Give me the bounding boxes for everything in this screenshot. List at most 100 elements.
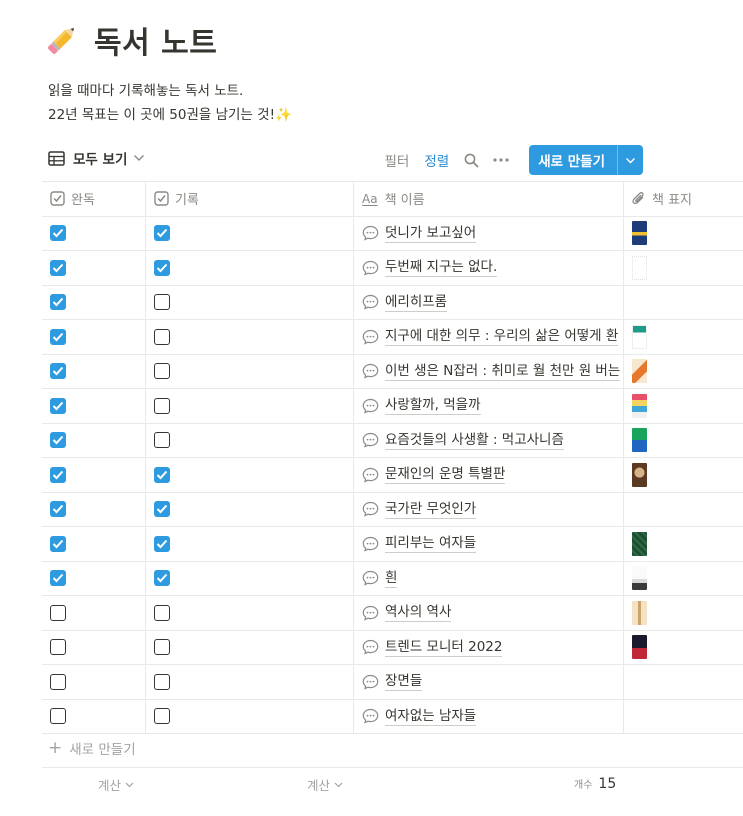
book-name-cell[interactable]: 역사의 역사	[354, 596, 624, 630]
table-row[interactable]: 국가란 무엇인가	[42, 492, 743, 527]
record-cell[interactable]	[146, 699, 354, 733]
book-name-cell[interactable]: 장면들	[354, 665, 624, 699]
book-link[interactable]: 요즘것들의 사생활 : 먹고사니즘	[362, 431, 564, 450]
book-link[interactable]: 장면들	[362, 672, 423, 692]
book-cover-image[interactable]	[632, 324, 647, 349]
done-cell[interactable]	[42, 699, 146, 733]
book-link[interactable]: 문재인의 운명 특별판	[362, 465, 506, 485]
book-cover-cell[interactable]	[624, 251, 743, 285]
done-checkbox[interactable]	[50, 397, 66, 414]
record-cell[interactable]	[146, 285, 354, 319]
done-cell[interactable]	[42, 320, 146, 354]
book-name-cell[interactable]: 요즘것들의 사생활 : 먹고사니즘	[354, 423, 624, 457]
record-cell[interactable]	[146, 216, 354, 250]
book-cover-cell[interactable]	[624, 596, 743, 630]
book-link[interactable]: 국가란 무엇인가	[362, 500, 477, 519]
done-cell[interactable]	[42, 285, 146, 319]
done-checkbox[interactable]	[50, 294, 66, 311]
book-name-cell[interactable]: 트렌드 모니터 2022	[354, 630, 624, 664]
record-cell[interactable]	[146, 596, 354, 630]
book-cover-image[interactable]	[632, 428, 647, 453]
record-checkbox[interactable]	[154, 259, 170, 276]
record-cell[interactable]	[146, 458, 354, 492]
book-name-cell[interactable]: 흰	[354, 561, 624, 595]
done-checkbox[interactable]	[50, 432, 66, 449]
record-checkbox[interactable]	[154, 328, 170, 345]
new-button[interactable]: 새로 만들기	[529, 145, 643, 175]
done-cell[interactable]	[42, 492, 146, 526]
record-cell[interactable]	[146, 251, 354, 285]
table-row[interactable]: 문재인의 운명 특별판	[42, 458, 743, 493]
book-cover-cell[interactable]	[624, 286, 743, 320]
book-cover-cell[interactable]	[624, 424, 743, 458]
book-link[interactable]: 이번 생은 N잡러 : 취미로 월 천만 원 버는	[362, 362, 621, 381]
book-cover-cell[interactable]	[624, 562, 743, 596]
record-checkbox[interactable]	[154, 466, 170, 483]
book-cover-cell[interactable]	[624, 389, 743, 423]
book-cover-cell[interactable]	[624, 458, 743, 492]
table-row[interactable]: 여자없는 남자들	[42, 699, 743, 734]
table-row[interactable]: 트렌드 모니터 2022	[42, 630, 743, 665]
done-cell[interactable]	[42, 389, 146, 423]
sort-button[interactable]: 정렬	[424, 150, 449, 170]
done-checkbox[interactable]	[50, 708, 66, 725]
search-icon[interactable]	[464, 153, 479, 168]
book-link[interactable]: 역사의 역사	[362, 603, 452, 623]
record-cell[interactable]	[146, 389, 354, 423]
column-header-cover[interactable]: 책 표지	[624, 182, 743, 216]
table-row[interactable]: 피리부는 여자들	[42, 527, 743, 562]
book-cover-cell[interactable]	[624, 493, 743, 527]
filter-button[interactable]: 필터	[385, 150, 410, 170]
done-cell[interactable]	[42, 527, 146, 561]
record-checkbox[interactable]	[154, 501, 170, 518]
table-row[interactable]: 요즘것들의 사생활 : 먹고사니즘	[42, 423, 743, 458]
done-checkbox[interactable]	[50, 673, 66, 690]
record-checkbox[interactable]	[154, 363, 170, 380]
column-header-done[interactable]: 완독	[42, 182, 146, 216]
done-checkbox[interactable]	[50, 501, 66, 518]
book-name-cell[interactable]: 에리히프롬	[354, 285, 624, 319]
done-cell[interactable]	[42, 251, 146, 285]
book-cover-image[interactable]	[632, 393, 647, 418]
table-row[interactable]: 역사의 역사	[42, 596, 743, 631]
book-cover-cell[interactable]	[624, 631, 743, 665]
record-checkbox[interactable]	[154, 570, 170, 587]
book-link[interactable]: 지구에 대한 의무 : 우리의 삶은 어떻게 환	[362, 327, 619, 347]
book-name-cell[interactable]: 덧니가 보고싶어	[354, 216, 624, 250]
book-cover-image[interactable]	[632, 566, 647, 591]
done-checkbox[interactable]	[50, 225, 66, 242]
table-row[interactable]: 흰	[42, 561, 743, 596]
table-row[interactable]: 사랑할까, 먹을까	[42, 389, 743, 424]
table-row[interactable]: 이번 생은 N잡러 : 취미로 월 천만 원 버는	[42, 354, 743, 389]
book-link[interactable]: 덧니가 보고싶어	[362, 224, 477, 243]
add-row-button[interactable]: + 새로 만들기	[48, 738, 136, 758]
record-checkbox[interactable]	[154, 294, 170, 311]
book-name-cell[interactable]: 두번째 지구는 없다.	[354, 251, 624, 285]
done-checkbox[interactable]	[50, 466, 66, 483]
count-summary[interactable]: 개수 15	[574, 776, 616, 792]
record-checkbox[interactable]	[154, 535, 170, 552]
done-cell[interactable]	[42, 665, 146, 699]
book-cover-image[interactable]	[632, 221, 647, 246]
done-cell[interactable]	[42, 630, 146, 664]
book-cover-image[interactable]	[632, 600, 647, 625]
table-row[interactable]: 에리히프롬	[42, 285, 743, 320]
record-checkbox[interactable]	[154, 432, 170, 449]
record-cell[interactable]	[146, 492, 354, 526]
book-name-cell[interactable]: 사랑할까, 먹을까	[354, 389, 624, 423]
new-button-dropdown[interactable]	[617, 145, 643, 175]
table-row[interactable]: 덧니가 보고싶어	[42, 216, 743, 251]
record-checkbox[interactable]	[154, 225, 170, 242]
table-row[interactable]: 장면들	[42, 665, 743, 700]
book-link[interactable]: 두번째 지구는 없다.	[362, 258, 498, 278]
done-checkbox[interactable]	[50, 570, 66, 587]
book-link[interactable]: 흰	[362, 569, 398, 588]
done-checkbox[interactable]	[50, 259, 66, 276]
done-cell[interactable]	[42, 596, 146, 630]
book-cover-cell[interactable]	[624, 355, 743, 389]
record-checkbox[interactable]	[154, 397, 170, 414]
done-cell[interactable]	[42, 423, 146, 457]
calculate-record[interactable]: 계산	[307, 775, 343, 794]
book-cover-cell[interactable]	[624, 217, 743, 251]
book-name-cell[interactable]: 이번 생은 N잡러 : 취미로 월 천만 원 버는	[354, 354, 624, 388]
